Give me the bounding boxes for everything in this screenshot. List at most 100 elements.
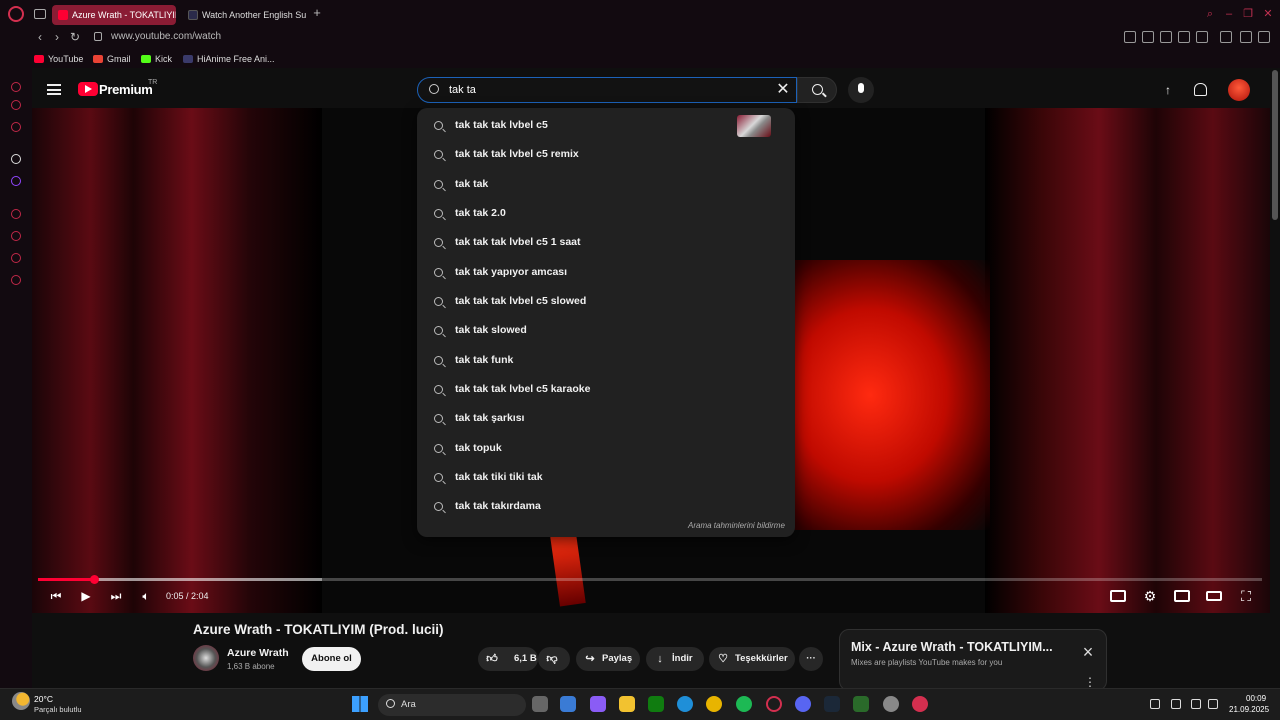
- channel-avatar[interactable]: [193, 645, 219, 671]
- clock-date[interactable]: 21.09.2025: [1229, 705, 1269, 714]
- suggestion-item[interactable]: tak tak tiki tiki tak: [417, 463, 795, 492]
- history-icon[interactable]: [11, 209, 21, 219]
- reload-button[interactable]: ↻: [68, 30, 82, 44]
- close-window-button[interactable]: ✕: [1262, 8, 1274, 20]
- spotify-icon[interactable]: [736, 696, 752, 712]
- easy-setup-icon[interactable]: [1258, 31, 1270, 43]
- bookmark-gmail[interactable]: Gmail: [93, 52, 131, 66]
- minimize-button[interactable]: –: [1223, 8, 1235, 20]
- extensions-icon[interactable]: [11, 253, 21, 263]
- wallet-icon[interactable]: [11, 154, 21, 164]
- settings-gear-icon[interactable]: ⚙: [1142, 589, 1158, 603]
- account-icon[interactable]: [1220, 31, 1232, 43]
- like-button[interactable]: 👍︎ 6,1 B: [478, 647, 538, 671]
- tab-watch-english[interactable]: Watch Another English Su: [182, 5, 306, 25]
- windows-start-icon[interactable]: [352, 696, 368, 712]
- app-icon[interactable]: [883, 696, 899, 712]
- bookmark-hianime[interactable]: HiAnime Free Ani...: [183, 52, 275, 66]
- suggestion-item[interactable]: tak tak yapıyor amcası: [417, 258, 795, 287]
- maximize-button[interactable]: ❐: [1242, 8, 1254, 20]
- share-button[interactable]: ↪ Paylaş: [576, 647, 640, 671]
- clear-search-button[interactable]: ✕: [773, 80, 793, 100]
- suggestion-item[interactable]: tak tak tak lvbel c5 remix: [417, 140, 795, 169]
- app-icon[interactable]: [853, 696, 869, 712]
- dislike-button[interactable]: 👎︎: [538, 647, 570, 671]
- suggestion-item[interactable]: tak topuk: [417, 434, 795, 463]
- opera-gx-icon[interactable]: [766, 696, 782, 712]
- channel-name[interactable]: Azure Wrath: [227, 647, 289, 659]
- bookmark-kick[interactable]: Kick: [141, 52, 172, 66]
- more-actions-button[interactable]: ···: [799, 647, 823, 671]
- notifications-bell-icon[interactable]: [1194, 83, 1207, 96]
- search-input[interactable]: [449, 82, 749, 98]
- previous-icon[interactable]: ⏮: [48, 589, 64, 603]
- play-icon[interactable]: ▶: [78, 589, 94, 603]
- theater-mode-icon[interactable]: [1206, 591, 1222, 601]
- volume-icon[interactable]: 🔈︎: [138, 589, 154, 603]
- hamburger-menu-icon[interactable]: [47, 84, 61, 95]
- new-tab-button[interactable]: +: [310, 6, 324, 20]
- lock-icon[interactable]: [94, 32, 102, 41]
- opera-logo-icon[interactable]: [8, 6, 24, 22]
- download-button[interactable]: ↓ İndir: [646, 647, 704, 671]
- store-icon[interactable]: [560, 696, 576, 712]
- close-icon[interactable]: ×: [1080, 643, 1096, 661]
- suggestion-item[interactable]: tak tak slowed: [417, 316, 795, 345]
- suggestion-item[interactable]: tak tak tak lvbel c5 slowed: [417, 287, 795, 316]
- speaker-icon[interactable]: [1208, 699, 1218, 709]
- valorant-icon[interactable]: [912, 696, 928, 712]
- next-icon[interactable]: ⏭: [108, 589, 124, 603]
- network-icon[interactable]: [1191, 699, 1201, 709]
- heart-icon[interactable]: [1196, 31, 1208, 43]
- miniplayer-icon[interactable]: [1174, 590, 1190, 602]
- file-explorer-icon[interactable]: [619, 696, 635, 712]
- weather-condition[interactable]: Parçalı bulutlu: [34, 705, 82, 714]
- suggestion-item[interactable]: tak tak tak lvbel c5 karaoke: [417, 375, 795, 404]
- aria-icon[interactable]: [11, 82, 21, 92]
- chrome-icon[interactable]: [706, 696, 722, 712]
- bookmark-youtube[interactable]: YouTube: [34, 52, 83, 66]
- tab-azure-wrath[interactable]: Azure Wrath - TOKATLIYII: [52, 5, 176, 25]
- page-scrollbar[interactable]: [1272, 70, 1278, 220]
- thanks-button[interactable]: ♡ Teşekkürler: [709, 647, 795, 671]
- player-sidebar-icon[interactable]: [11, 122, 21, 132]
- copilot-icon[interactable]: [590, 696, 606, 712]
- messenger-icon[interactable]: [11, 100, 21, 110]
- more-vert-icon[interactable]: ⋮: [1084, 675, 1096, 689]
- download-icon[interactable]: [1240, 31, 1252, 43]
- suggestion-thumbnail[interactable]: [737, 115, 771, 137]
- search-button[interactable]: [797, 77, 837, 103]
- subscribe-button[interactable]: Abone ol: [302, 647, 361, 671]
- upload-icon[interactable]: ↑: [1162, 84, 1174, 96]
- url-field[interactable]: www.youtube.com/watch: [111, 31, 221, 42]
- adblock-icon[interactable]: [1160, 31, 1172, 43]
- task-view-icon[interactable]: [532, 696, 548, 712]
- search-tabs-icon[interactable]: ⌕: [1204, 8, 1216, 20]
- fullscreen-icon[interactable]: ⛶: [1238, 589, 1254, 603]
- clock-icon[interactable]: [11, 231, 21, 241]
- xbox-icon[interactable]: [648, 696, 664, 712]
- suggestion-item[interactable]: tak tak: [417, 170, 795, 199]
- back-button[interactable]: ‹: [33, 30, 47, 44]
- pin-icon[interactable]: [1124, 31, 1136, 43]
- weather-icon[interactable]: [12, 692, 30, 710]
- mix-title[interactable]: Mix - Azure Wrath - TOKATLIYIM...: [851, 640, 1053, 654]
- snapshot-icon[interactable]: [1142, 31, 1154, 43]
- clock-time[interactable]: 00:09: [1246, 694, 1266, 703]
- forward-button[interactable]: ›: [50, 30, 64, 44]
- tab-switcher-icon[interactable]: [34, 9, 46, 19]
- steam-icon[interactable]: [824, 696, 840, 712]
- edge-icon[interactable]: [677, 696, 693, 712]
- suggestion-item[interactable]: tak tak tak lvbel c5 1 saat: [417, 228, 795, 257]
- account-avatar[interactable]: [1228, 79, 1250, 101]
- suggestion-item[interactable]: tak tak şarkısı: [417, 404, 795, 433]
- voice-search-button[interactable]: [848, 77, 874, 103]
- player-icon[interactable]: [1178, 31, 1190, 43]
- suggestion-item[interactable]: tak tak funk: [417, 346, 795, 375]
- mic-tray-icon[interactable]: [1171, 699, 1181, 709]
- suggestion-item[interactable]: tak tak takırdama: [417, 492, 795, 521]
- suggestion-item[interactable]: tak tak 2.0: [417, 199, 795, 228]
- weather-temperature[interactable]: 20°C: [34, 694, 53, 704]
- youtube-premium-label[interactable]: Premium: [99, 82, 153, 97]
- subtitles-icon[interactable]: [1110, 590, 1126, 602]
